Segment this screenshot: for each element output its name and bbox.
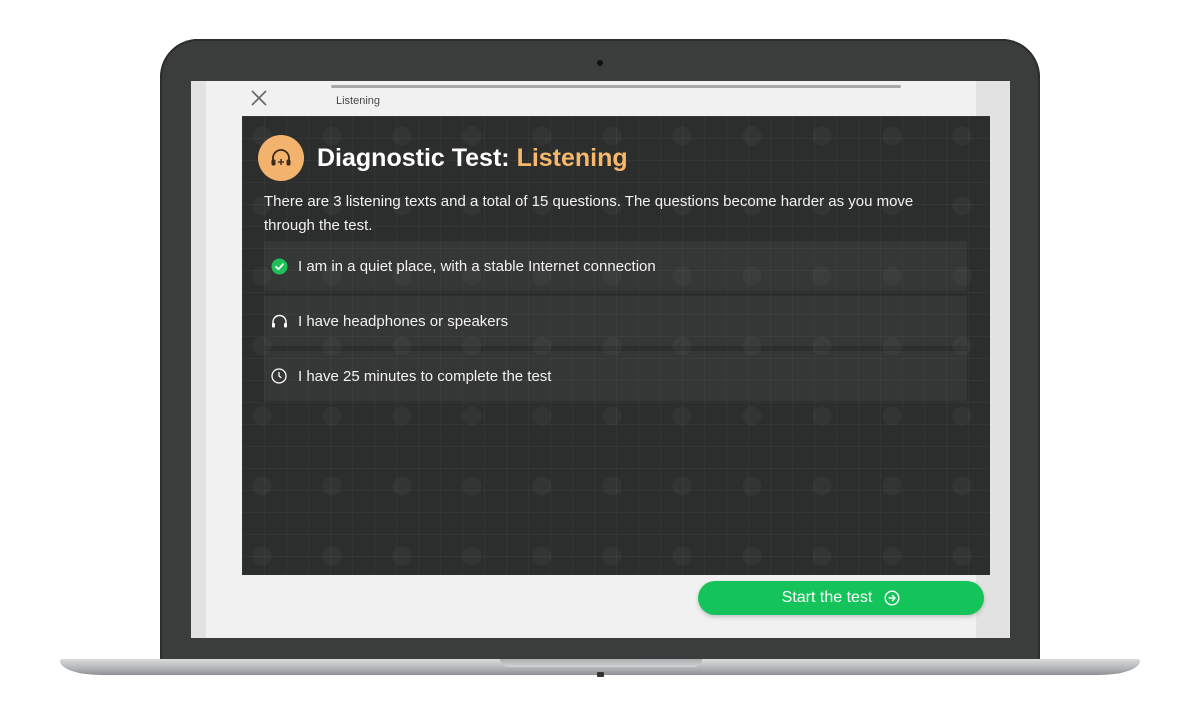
laptop-base-notch <box>500 659 702 667</box>
headphones-icon <box>258 135 304 181</box>
check-circle-icon <box>270 257 288 275</box>
arrow-right-circle-icon <box>884 590 900 606</box>
laptop-screen: Listening Diagnostic Test: Listening The <box>191 81 1010 638</box>
page-title-accent: Listening <box>516 143 628 172</box>
screen-margin-left <box>191 81 206 638</box>
page-title-prefix: Diagnostic Test: <box>317 143 517 172</box>
camera-dot <box>597 60 603 66</box>
clock-icon <box>270 367 288 385</box>
checklist-item-label: I have 25 minutes to complete the test <box>298 367 552 385</box>
close-icon[interactable] <box>250 89 268 107</box>
test-window: Listening Diagnostic Test: Listening The <box>206 81 990 638</box>
checklist-item-label: I have headphones or speakers <box>298 312 509 330</box>
headphones-icon <box>270 312 288 330</box>
laptop-foot <box>597 672 604 677</box>
section-label: Listening <box>336 95 381 107</box>
panel-header: Diagnostic Test: Listening <box>258 135 628 181</box>
start-test-label: Start the test <box>781 589 873 606</box>
checklist-item-time[interactable]: I have 25 minutes to complete the test <box>264 351 967 401</box>
checklist-item-headphones[interactable]: I have headphones or speakers <box>264 296 967 346</box>
page-title: Diagnostic Test: Listening <box>317 144 628 173</box>
checklist-item-quiet-place[interactable]: I am in a quiet place, with a stable Int… <box>264 241 967 291</box>
start-test-button[interactable]: Start the test <box>698 581 984 615</box>
requirements-checklist: I am in a quiet place, with a stable Int… <box>264 241 967 406</box>
test-description: There are 3 listening texts and a total … <box>264 193 914 234</box>
progress-bar <box>331 85 901 88</box>
checklist-item-label: I am in a quiet place, with a stable Int… <box>298 257 656 275</box>
intro-panel: Diagnostic Test: Listening There are 3 l… <box>242 116 990 575</box>
